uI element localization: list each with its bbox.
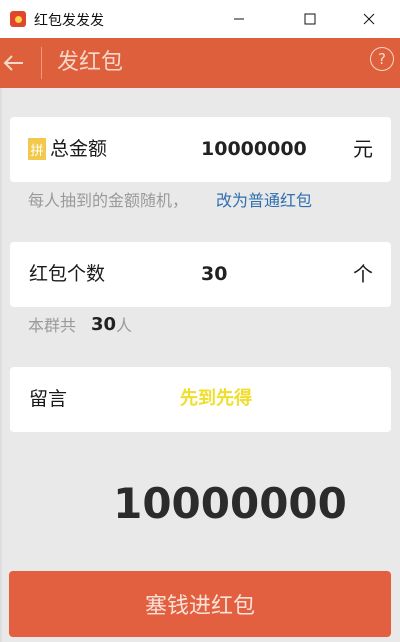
group-member-prefix: 本群共 [28, 316, 77, 335]
packet-count-input[interactable]: 30 [201, 259, 227, 289]
window-title: 红包发发发 [34, 13, 104, 29]
maximize-button[interactable] [287, 0, 333, 38]
random-amount-hint: 每人抽到的金额随机， [28, 191, 189, 210]
packet-count-unit: 个 [353, 262, 373, 286]
close-button[interactable] [346, 0, 392, 38]
help-button[interactable]: ? [370, 47, 394, 71]
packet-count-card: 红包个数 30 个 [10, 242, 391, 307]
minimize-button[interactable] [216, 0, 262, 38]
total-amount-unit: 元 [353, 137, 373, 161]
maximize-icon [304, 13, 316, 25]
close-icon [363, 13, 375, 25]
left-edge-divider [0, 88, 2, 642]
minimize-icon [234, 18, 244, 20]
message-label: 留言 [29, 388, 68, 410]
group-member-suffix: 人 [116, 316, 133, 335]
switch-to-normal-link[interactable]: 改为普通红包 [216, 189, 312, 213]
message-input[interactable]: 先到先得 [180, 384, 252, 414]
total-amount-card: 拼 总金额 10000000 元 [10, 117, 391, 182]
page-title: 发红包 [57, 50, 124, 75]
group-member-count: 30 [91, 314, 117, 335]
arrow-left-icon [3, 55, 23, 71]
message-card: 留言 先到先得 [10, 367, 391, 432]
total-amount-label: 总金额 [50, 138, 108, 160]
app-icon [10, 11, 26, 27]
total-amount-input[interactable]: 10000000 [201, 134, 307, 164]
app-header: 发红包 ? [0, 38, 400, 88]
pin-badge: 拼 [28, 138, 46, 160]
packet-count-label: 红包个数 [29, 263, 106, 285]
total-amount-display: 10000000 [113, 479, 347, 528]
back-button[interactable] [2, 46, 26, 80]
window-titlebar: 红包发发发 [0, 0, 400, 38]
put-money-button[interactable]: 塞钱进红包 [9, 571, 391, 637]
header-divider [41, 47, 42, 79]
question-circle-icon: ? [378, 50, 386, 68]
